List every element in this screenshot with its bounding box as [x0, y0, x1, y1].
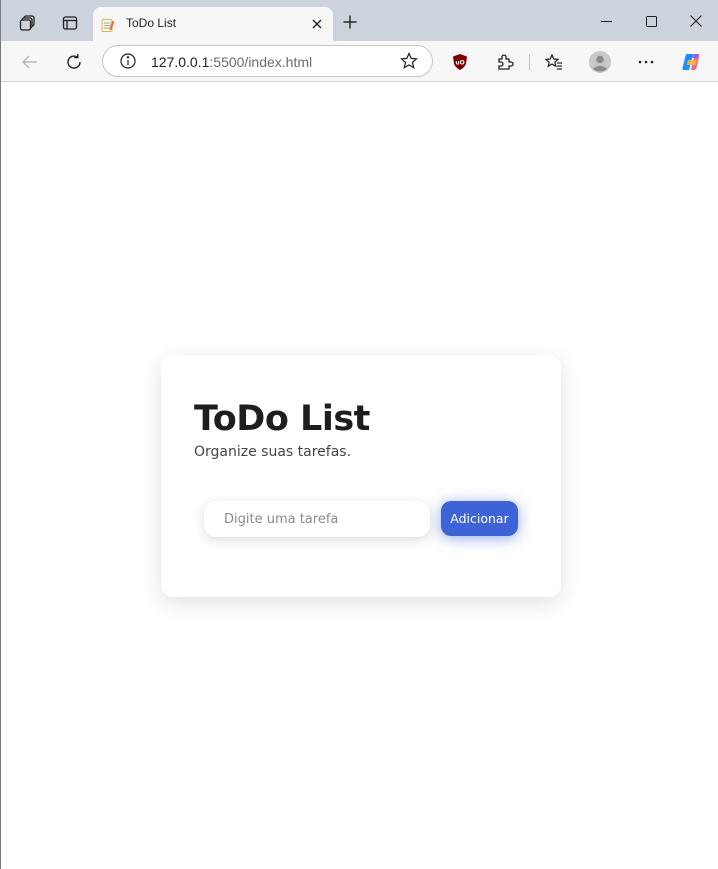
address-bar[interactable]: 127.0.0.1:5500/index.html — [102, 45, 433, 77]
url-path: :5500/index.html — [209, 54, 313, 70]
browser-toolbar: 127.0.0.1:5500/index.html uO — [1, 41, 718, 82]
notepad-favicon-icon — [101, 17, 115, 32]
more-icon[interactable] — [633, 49, 659, 75]
page-title: ToDo List — [194, 399, 370, 439]
tab-actions-icon[interactable] — [56, 9, 84, 37]
close-tab-icon[interactable] — [307, 14, 327, 34]
toolbar-divider — [529, 54, 530, 70]
refresh-icon[interactable] — [59, 47, 89, 77]
minimize-icon[interactable] — [583, 8, 629, 34]
tab-strip: ToDo List — [1, 0, 718, 41]
browser-window: ToDo List 127.0.0.1:5500/index.html uO T… — [0, 0, 718, 869]
page-viewport: ToDo List Organize suas tarefas. Adicion… — [1, 82, 718, 869]
back-arrow-icon[interactable] — [15, 47, 45, 77]
new-tab-icon[interactable] — [337, 9, 363, 35]
url-text: 127.0.0.1:5500/index.html — [151, 54, 312, 70]
tab-title: ToDo List — [126, 16, 177, 30]
tab-todo-list[interactable]: ToDo List — [93, 7, 333, 41]
star-icon[interactable] — [400, 52, 418, 70]
favorites-icon[interactable] — [541, 49, 567, 75]
ublock-icon[interactable]: uO — [447, 49, 473, 75]
url-host: 127.0.0.1 — [151, 54, 210, 70]
page-subtitle: Organize suas tarefas. — [194, 444, 352, 460]
info-icon[interactable] — [119, 52, 137, 70]
maximize-icon[interactable] — [628, 8, 674, 34]
todo-card: ToDo List Organize suas tarefas. Adicion… — [161, 355, 561, 597]
profile-icon[interactable] — [587, 49, 613, 75]
copilot-icon[interactable] — [679, 49, 705, 75]
add-task-button[interactable]: Adicionar — [441, 501, 518, 536]
close-window-icon[interactable] — [673, 8, 718, 34]
svg-text:uO: uO — [455, 60, 464, 67]
extensions-icon[interactable] — [492, 49, 518, 75]
task-input[interactable] — [204, 501, 430, 537]
workspaces-icon[interactable] — [14, 9, 42, 37]
